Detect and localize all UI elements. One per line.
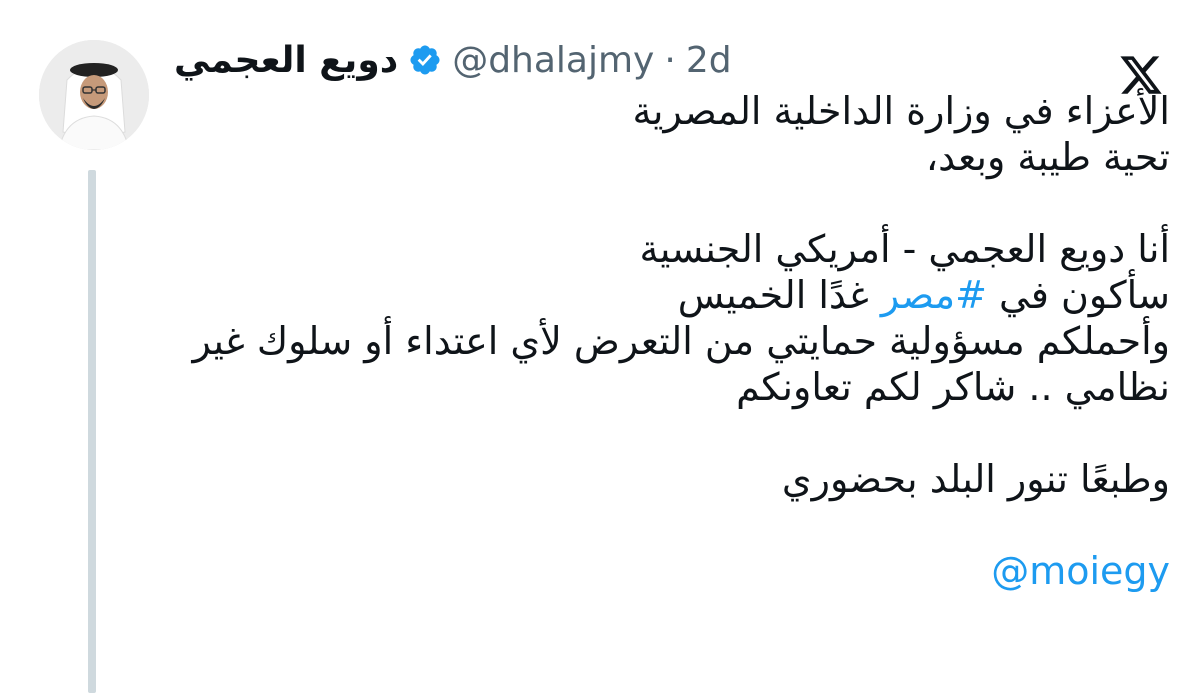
tweet-line: تحية طيبة وبعد، [925,135,1170,179]
tweet-line-with-hashtag: سأكون في #مصر غدًا الخميس [170,272,1170,318]
verified-badge-icon [408,43,442,77]
tweet-text-segment: سأكون في [986,273,1170,317]
tweet-line: وأحملكم مسؤولية حمايتي من التعرض لأي اعت… [192,319,1170,363]
mention-line: @moiegy [170,548,1170,594]
tweet-line: نظامي .. شاكر لكم تعاونكم [736,365,1170,409]
hashtag-link[interactable]: #مصر [881,273,987,317]
avatar-photo [39,40,149,150]
post-time[interactable]: 2d [686,40,732,81]
separator-dot: · [664,39,676,81]
tweet-text-segment: غدًا الخميس [677,273,881,317]
author-handle[interactable]: @dhalajmy [452,40,654,81]
tweet-header: دويع العجمي @dhalajmy · 2d [174,32,732,88]
mention-link[interactable]: @moiegy [991,549,1170,593]
author-display-name[interactable]: دويع العجمي [174,40,398,81]
tweet-line: أنا دويع العجمي - أمريكي الجنسية [639,227,1170,271]
avatar[interactable] [39,40,149,150]
thread-connector-line [88,170,96,693]
tweet-line: الأعزاء في وزارة الداخلية المصرية [632,89,1171,133]
tweet-text: الأعزاء في وزارة الداخلية المصرية تحية ط… [170,88,1170,594]
tweet-line: وطبعًا تنور البلد بحضوري [781,457,1170,501]
